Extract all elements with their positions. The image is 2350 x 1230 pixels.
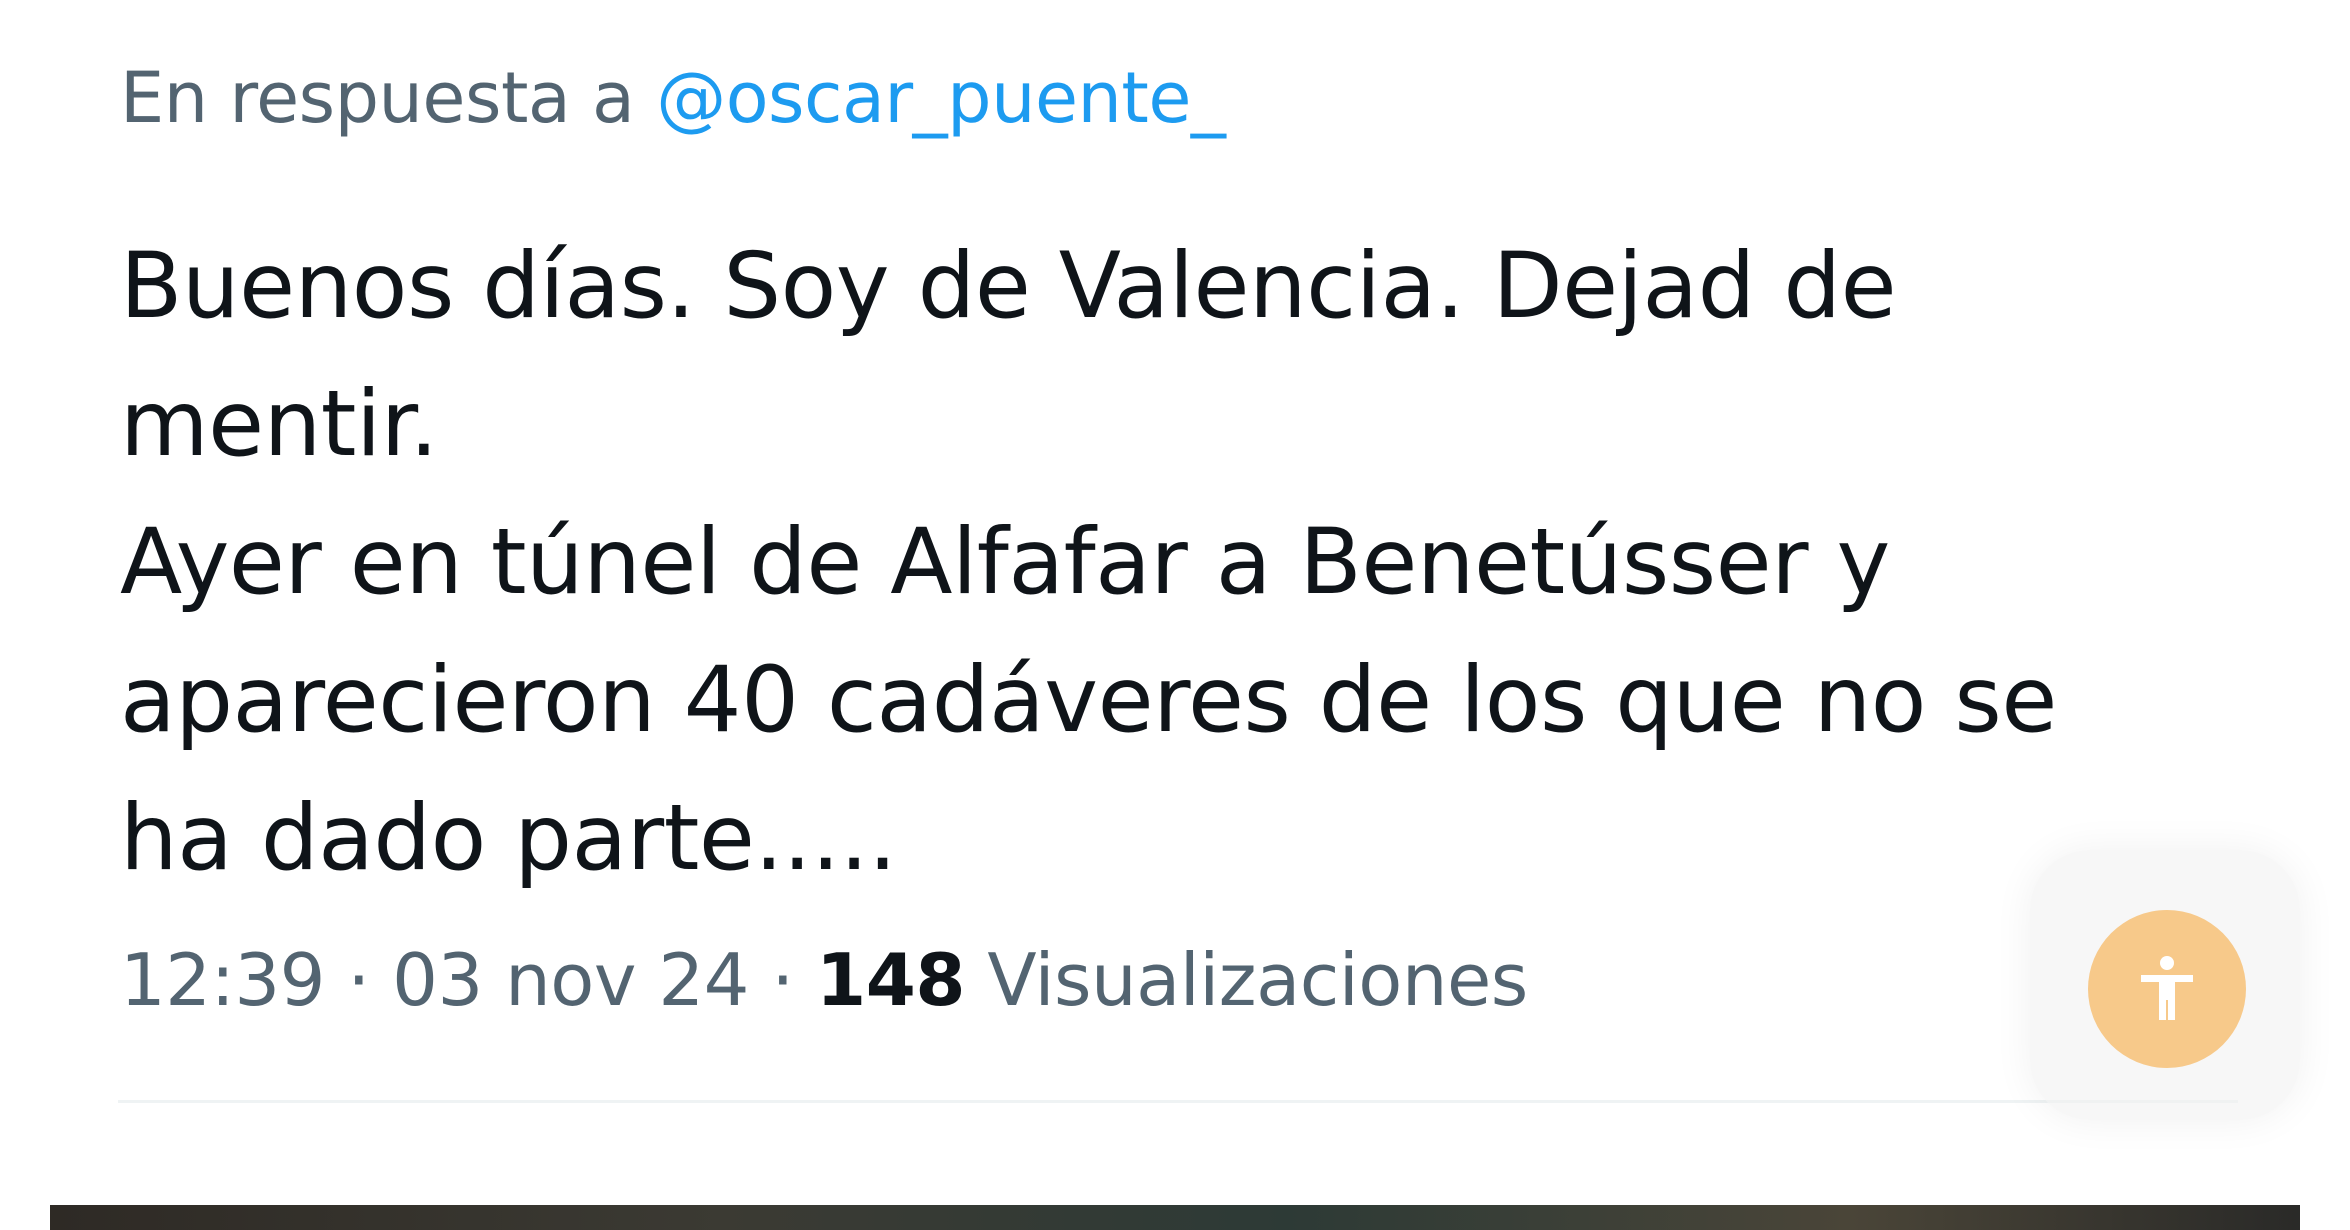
reply-context: En respuesta a @oscar_puente_ — [120, 48, 1226, 148]
reply-handle-link[interactable]: @oscar_puente_ — [656, 57, 1226, 139]
tweet-text-line: Buenos días. Soy de Valencia. Dejad de — [120, 234, 1897, 339]
accessibility-person-icon — [2141, 956, 2193, 1020]
tweet-meta: 12:39 · 03 nov 24 · 148 Visualizaciones — [120, 930, 1528, 1030]
reply-prefix: En respuesta a — [120, 57, 657, 139]
views-label: Visualizaciones — [964, 938, 1528, 1022]
tweet-text-line: Ayer en túnel de Alfafar a Benetússer y — [120, 510, 1890, 615]
tweet-text: Buenos días. Soy de Valencia. Dejad de m… — [120, 218, 2250, 908]
tweet-time-link[interactable]: 12:39 — [120, 938, 326, 1022]
accessibility-button[interactable] — [2088, 910, 2246, 1068]
meta-separator: · — [325, 938, 393, 1022]
attached-image-preview[interactable] — [50, 1205, 2300, 1230]
tweet-date-link[interactable]: 03 nov 24 — [392, 938, 749, 1022]
divider — [118, 1100, 2238, 1103]
tweet-text-line: ha dado parte..... — [120, 786, 897, 891]
tweet-text-line: aparecieron 40 cadáveres de los que no s… — [120, 648, 2057, 753]
tweet-text-line: mentir. — [120, 372, 438, 477]
tweet-detail-page: En respuesta a @oscar_puente_ Buenos día… — [0, 0, 2350, 1230]
views-count: 148 — [816, 938, 965, 1022]
meta-separator: · — [748, 938, 817, 1022]
